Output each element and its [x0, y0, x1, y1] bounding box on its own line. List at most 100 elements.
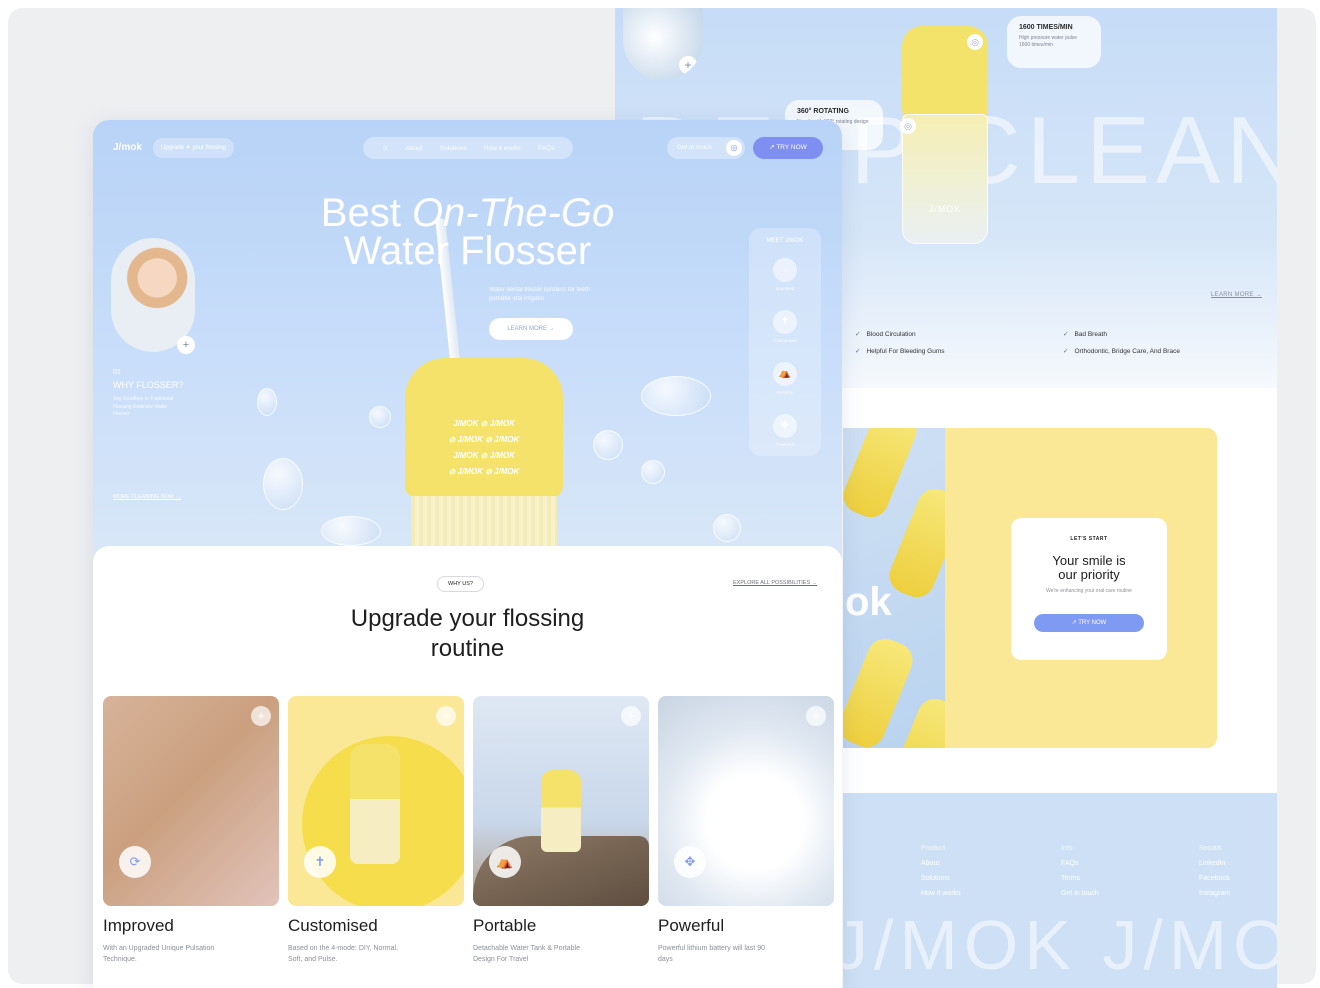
card-title: Powerful	[658, 916, 725, 935]
feature-card-improved[interactable]: + ⟳ Improved With an Upgraded Unique Pul…	[103, 696, 279, 966]
section-title: Upgrade your flossing routine	[350, 605, 585, 662]
footer-link[interactable]: Terms	[1061, 871, 1099, 886]
meet-jmok-menu: MEET J/MOK ◌ Improved ✝ Customised ⛺ Por…	[749, 228, 821, 456]
footer-link[interactable]: Get in touch	[1061, 886, 1099, 901]
improved-icon: ⟳	[119, 846, 151, 878]
plus-icon[interactable]: +	[177, 336, 195, 354]
card-photo: + ⟳	[103, 696, 279, 906]
back-thumbnail: +	[623, 8, 703, 80]
hero-learn-more-button[interactable]: LEARN MORE →	[489, 318, 573, 340]
card-description: Powerful lithium battery will last 90 da…	[658, 945, 765, 963]
footer-link[interactable]: Solutions	[921, 871, 961, 886]
nav-links: ☺ About Solutions How it works FAQs	[363, 137, 573, 159]
plus-icon[interactable]: +	[436, 706, 456, 726]
nav-link-faqs[interactable]: FAQs	[538, 145, 554, 152]
device-band: J/MOK ⊘ J/MOK ⊘ J/MOK ⊘ J/MOK J/MOK ⊘ J/…	[448, 419, 520, 476]
get-in-touch-button[interactable]: Get in touch ◎	[667, 137, 745, 159]
side-menu-title: MEET J/MOK	[766, 238, 804, 244]
check-icon: ✓	[855, 348, 861, 355]
footer-col-socials: Socials LinkedIn Facebook Instagram	[1199, 841, 1230, 901]
callout-360-title: 360° ROTATING	[797, 108, 849, 115]
check-icon: ✓	[855, 331, 861, 338]
smile-card-title-2: our priority	[1058, 567, 1120, 582]
why-title: WHY FLOSSER?	[113, 379, 184, 390]
feature-card-customised[interactable]: + ✝ Customised Based on the 4-mode: DIY,…	[288, 696, 464, 966]
callout-dot-icon[interactable]: ◎	[900, 118, 916, 134]
check-icon: ✓	[1063, 331, 1069, 338]
why-us-pill: WHY US?	[437, 576, 484, 592]
explore-all-link[interactable]: EXPLORE ALL POSSIBILITIES →	[733, 580, 817, 586]
footer-link[interactable]: About	[921, 856, 961, 871]
powerful-icon: ✥	[773, 414, 797, 438]
nav-link-about[interactable]: About	[406, 145, 423, 152]
portable-icon: ⛺	[773, 362, 797, 386]
nav-tagline: Upgrade ✦ your flossing	[153, 138, 235, 158]
side-menu-item-customised[interactable]: ✝ Customised	[769, 310, 801, 343]
portable-icon: ⛺	[489, 846, 521, 878]
check-icon: ✓	[1063, 348, 1069, 355]
card-title: Customised	[288, 916, 378, 935]
card-title: Portable	[473, 916, 537, 935]
smile-card-label: LET'S START	[1070, 536, 1108, 542]
plus-icon[interactable]: +	[251, 706, 271, 726]
why-us-section: WHY US? EXPLORE ALL POSSIBILITIES → Upgr…	[93, 546, 842, 988]
customised-icon: ✝	[773, 310, 797, 334]
plus-icon[interactable]: +	[679, 56, 697, 74]
back-device-image: J/MOK	[902, 26, 988, 244]
callout-1600: 1600 TIMES/MIN High pressure water pulse…	[1007, 16, 1101, 68]
benefit-item: ✓ Bad Breath	[1063, 331, 1107, 338]
customised-icon: ✝	[304, 846, 336, 878]
smile-card-try-now-button[interactable]: ↗ TRY NOW	[1034, 613, 1144, 632]
hero-device-image: J/MOK ⊘ J/MOK ⊘ J/MOK ⊘ J/MOK J/MOK ⊘ J/…	[405, 217, 563, 560]
nav-home-icon[interactable]: ☺	[382, 145, 389, 152]
feature-card-portable[interactable]: + ⛺ Portable Detachable Water Tank & Por…	[473, 696, 649, 966]
back-device-brand: J/MOK	[928, 204, 962, 214]
footer-col-info: Info FAQs Terms Get in touch	[1061, 841, 1099, 901]
card-description: Based on the 4-mode: DIY, Normal, Soft, …	[288, 945, 398, 963]
footer-link[interactable]: FAQs	[1061, 856, 1099, 871]
improved-icon: ◌	[773, 258, 797, 282]
callout-1600-title: 1600 TIMES/MIN	[1019, 24, 1073, 31]
back-product-gallery: ok	[843, 428, 947, 748]
front-page: J/mok Upgrade ✦ your flossing ☺ About So…	[93, 120, 842, 988]
smile-card-title-1: Your smile is	[1052, 553, 1126, 568]
try-now-button[interactable]: ↗ TRY NOW	[753, 137, 823, 159]
smile-card: LET'S START Your smile is our priority W…	[1011, 518, 1167, 660]
plus-icon[interactable]: +	[621, 706, 641, 726]
card-photo: + ⛺	[473, 696, 649, 906]
back-learn-more-link[interactable]: LEARN MORE →	[1211, 292, 1262, 298]
powerful-icon: ✥	[674, 846, 706, 878]
plus-icon[interactable]: +	[806, 706, 826, 726]
nav-link-how-it-works[interactable]: How it works	[484, 145, 521, 152]
callout-1600-sub: High pressure water pulse 1600 times/min	[1019, 35, 1078, 48]
more-cleaning-link[interactable]: MORE CLEANING NOW →	[113, 494, 181, 500]
benefit-item: ✓ Orthodontic, Bridge Care, And Brace	[1063, 348, 1180, 355]
footer-link[interactable]: How it works	[921, 886, 961, 901]
logo[interactable]: J/mok	[113, 142, 142, 153]
card-photo: + ✝	[288, 696, 464, 906]
nav-link-solutions[interactable]: Solutions	[440, 145, 467, 152]
back-footer: Product About Solutions How it works Inf…	[843, 793, 1277, 988]
hero-section: J/mok Upgrade ✦ your flossing ☺ About So…	[93, 120, 842, 560]
benefit-item: ✓ Helpful For Bleeding Gums	[855, 348, 945, 355]
card-description: With an Upgraded Unique Pulsation Techni…	[103, 945, 215, 963]
chat-icon: ◎	[726, 140, 742, 156]
hero-subtitle: Water dental flosser cordless for teeth …	[489, 287, 590, 302]
why-number: 01	[113, 369, 121, 376]
footer-col-product: Product About Solutions How it works	[921, 841, 961, 901]
callout-dot-icon[interactable]: ◎	[967, 34, 983, 50]
back-mid-brand: ok	[845, 580, 892, 624]
footer-link[interactable]: Instagram	[1199, 886, 1230, 901]
card-title: Improved	[103, 916, 174, 935]
footer-link[interactable]: LinkedIn	[1199, 856, 1230, 871]
side-menu-item-portable[interactable]: ⛺ Portable	[769, 362, 801, 395]
side-menu-item-improved[interactable]: ◌ Improved	[769, 258, 801, 291]
hero-portrait-photo	[111, 238, 195, 352]
hero-title: Best On-The-Go Water Flosser	[320, 191, 615, 273]
feature-card-powerful[interactable]: + ✥ Powerful Powerful lithium battery wi…	[658, 696, 834, 966]
card-description: Detachable Water Tank & Portable Design …	[473, 945, 581, 963]
side-menu-item-powerful[interactable]: ✥ Powerful	[769, 414, 801, 447]
why-flosser-block: 01 WHY FLOSSER? Say Goodbye to Tradition…	[113, 368, 183, 419]
footer-link[interactable]: Facebook	[1199, 871, 1230, 886]
footer-watermark: J/MOK J/MOK	[843, 906, 1277, 984]
